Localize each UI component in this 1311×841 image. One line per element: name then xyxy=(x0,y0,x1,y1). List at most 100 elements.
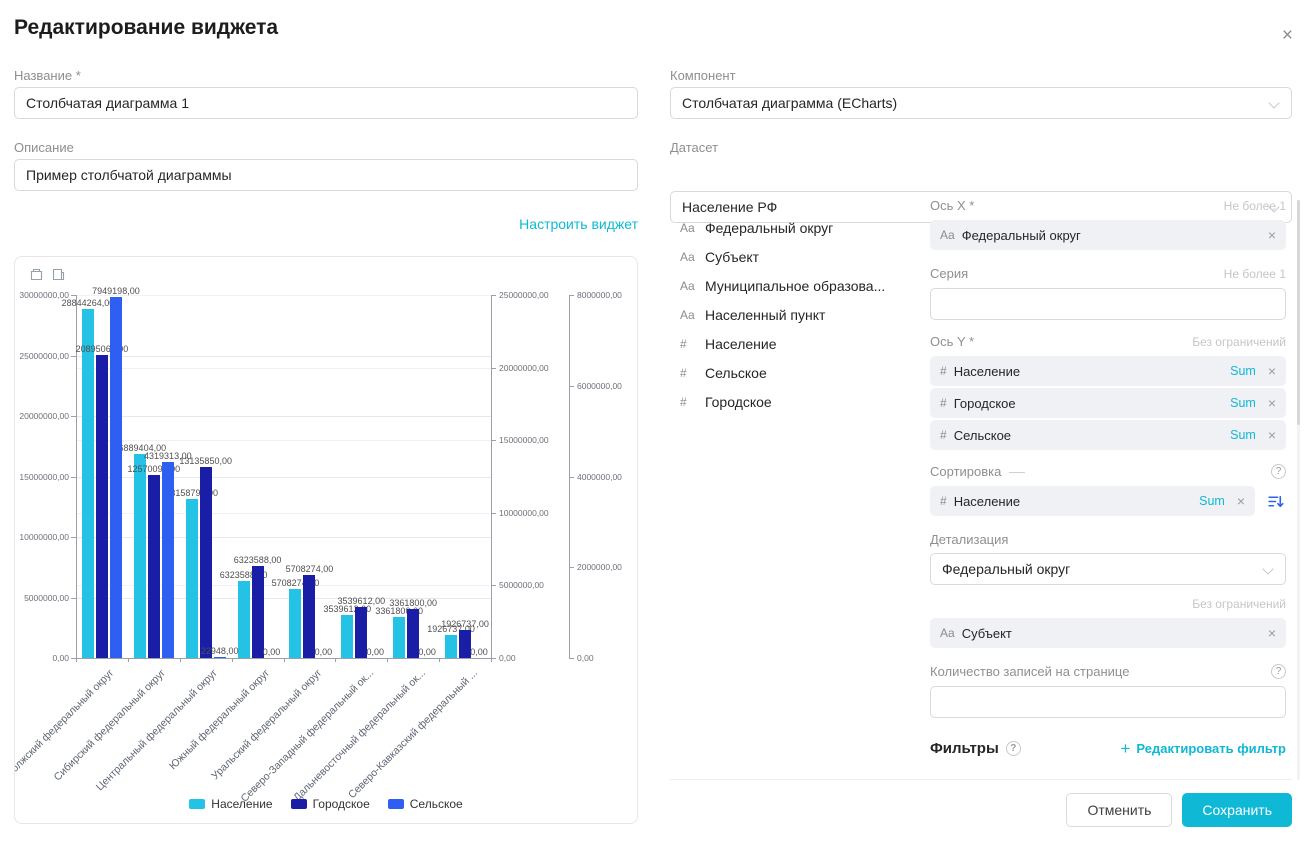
series-input[interactable] xyxy=(930,288,1286,320)
widget-description-input[interactable] xyxy=(14,159,638,191)
bar-Городское xyxy=(252,566,264,658)
gridline xyxy=(76,416,491,417)
chevron-down-icon xyxy=(1268,97,1279,108)
legend-item[interactable]: Сельское xyxy=(388,797,463,811)
axis-tick-label: 0,00 xyxy=(577,653,594,663)
x-axis-label: Сибирский федеральный округ xyxy=(52,667,168,783)
filters-help-icon[interactable]: ? xyxy=(1006,741,1021,756)
field-name: Сельское xyxy=(705,365,767,381)
remove-icon[interactable]: × xyxy=(1268,626,1276,640)
page-size-label: Количество записей на странице xyxy=(930,664,1129,679)
configure-widget-link[interactable]: Настроить виджет xyxy=(519,216,638,232)
sort-descending-icon[interactable] xyxy=(1264,490,1286,512)
bar-value-label: 0,00 xyxy=(470,647,488,657)
axis-tick-label: 20000000,00 xyxy=(19,411,69,421)
bar-Население xyxy=(186,499,198,658)
dataset-field-item[interactable]: AaСубъект xyxy=(680,242,925,271)
edit-filter-link[interactable]: + Редактировать фильтр xyxy=(1120,740,1286,757)
bar-value-label: 0,00 xyxy=(263,647,281,657)
axis-tick xyxy=(491,513,496,514)
dataset-field-item[interactable]: #Население xyxy=(680,329,925,358)
axis-tick xyxy=(491,368,496,369)
sorting-row: #НаселениеSum× xyxy=(930,486,1286,516)
cancel-button[interactable]: Отменить xyxy=(1066,793,1172,827)
field-type-icon: # xyxy=(680,395,696,409)
remove-icon[interactable]: × xyxy=(1268,396,1276,410)
axis-tick-label: 2000000,00 xyxy=(577,562,622,572)
legend-item[interactable]: Население xyxy=(189,797,272,811)
bar-Городское xyxy=(96,355,108,658)
chip-label: Федеральный округ xyxy=(962,228,1081,243)
dataset-field-item[interactable]: AaМуниципальное образова... xyxy=(680,271,925,300)
field-type-icon: Aa xyxy=(680,279,696,293)
aggregation-label[interactable]: Sum xyxy=(1230,364,1256,378)
x-axis-label: Уральский федеральный округ xyxy=(209,667,324,782)
chart-toolbox xyxy=(29,267,66,282)
axis-tick xyxy=(71,416,76,417)
chip-label: Население xyxy=(954,494,1020,509)
gridline xyxy=(76,356,491,357)
field-chip: AaСубъект× xyxy=(930,618,1286,648)
aggregation-label[interactable]: Sum xyxy=(1230,396,1256,410)
x-axis-tick xyxy=(335,658,336,662)
chip-label: Городское xyxy=(954,396,1016,411)
bar-chart: 0,005000000,0010000000,0015000000,002000… xyxy=(15,257,637,823)
axis-tick xyxy=(569,386,574,387)
axis-tick-label: 0,00 xyxy=(499,653,516,663)
scrollbar-thumb[interactable] xyxy=(1297,200,1300,425)
axis-tick-label: 5000000,00 xyxy=(24,593,69,603)
legend-label: Городское xyxy=(313,797,370,811)
field-name: Населенный пункт xyxy=(705,307,825,323)
detail-select-value: Федеральный округ xyxy=(942,561,1070,577)
filters-title: Фильтры ? xyxy=(930,740,1021,757)
remove-icon[interactable]: × xyxy=(1268,428,1276,442)
detail-label: Детализация xyxy=(930,532,1286,547)
detail-select[interactable]: Федеральный округ xyxy=(930,553,1286,585)
dataset-field-item[interactable]: #Сельское xyxy=(680,358,925,387)
legend-item[interactable]: Городское xyxy=(291,797,370,811)
remove-icon[interactable]: × xyxy=(1237,494,1245,508)
x-axis-tick xyxy=(284,658,285,662)
axis-tick-label: 5000000,00 xyxy=(499,580,544,590)
axis-tick-label: 20000000,00 xyxy=(499,363,549,373)
filters-label: Фильтры xyxy=(930,740,999,757)
dataset-field-item[interactable]: #Городское xyxy=(680,387,925,416)
toolbox-save-image-icon[interactable] xyxy=(51,267,66,282)
field-chip: #НаселениеSum× xyxy=(930,486,1255,516)
sorting-help-icon[interactable]: ? xyxy=(1271,464,1286,479)
aggregation-label[interactable]: Sum xyxy=(1199,494,1225,508)
save-button[interactable]: Сохранить xyxy=(1182,793,1292,827)
bar-value-label: 0,00 xyxy=(315,647,333,657)
field-chip: #СельскоеSum× xyxy=(930,420,1286,450)
bar-Население xyxy=(82,309,94,658)
aggregation-label[interactable]: Sum xyxy=(1230,428,1256,442)
bar-Население xyxy=(289,589,301,658)
widget-description-label: Описание xyxy=(14,140,74,155)
series-label-row: Серия Не более 1 xyxy=(930,266,1286,281)
remove-icon[interactable]: × xyxy=(1268,364,1276,378)
dataset-field-item[interactable]: AaНаселенный пункт xyxy=(680,300,925,329)
toolbox-restore-icon[interactable] xyxy=(29,267,44,282)
remove-icon[interactable]: × xyxy=(1268,228,1276,242)
axis-tick-label: 10000000,00 xyxy=(19,532,69,542)
field-type-icon: # xyxy=(940,364,947,378)
close-icon[interactable]: × xyxy=(1282,26,1293,45)
page-size-label-row: Количество записей на странице ? xyxy=(930,664,1286,679)
chip-label: Субъект xyxy=(962,626,1012,641)
x-axis-tick xyxy=(439,658,440,662)
sorting-dash xyxy=(1009,472,1025,473)
y-axis-limit: Без ограничений xyxy=(1192,335,1286,349)
chevron-down-icon xyxy=(1262,563,1273,574)
y-axis-label-row: Ось Y * Без ограничений xyxy=(930,334,1286,349)
axis-tick-label: 25000000,00 xyxy=(19,351,69,361)
page-size-help-icon[interactable]: ? xyxy=(1271,664,1286,679)
widget-name-input[interactable] xyxy=(14,87,638,119)
page-title: Редактирование виджета xyxy=(14,16,278,40)
axis-tick xyxy=(569,567,574,568)
page-size-input[interactable] xyxy=(930,686,1286,718)
dataset-field-item[interactable]: AaФедеральный округ xyxy=(680,213,925,242)
axis-tick-label: 6000000,00 xyxy=(577,381,622,391)
series-label: Серия xyxy=(930,266,968,281)
sorting-chips: #НаселениеSum× xyxy=(930,486,1255,516)
component-select[interactable]: Столбчатая диаграмма (ECharts) xyxy=(670,87,1292,119)
